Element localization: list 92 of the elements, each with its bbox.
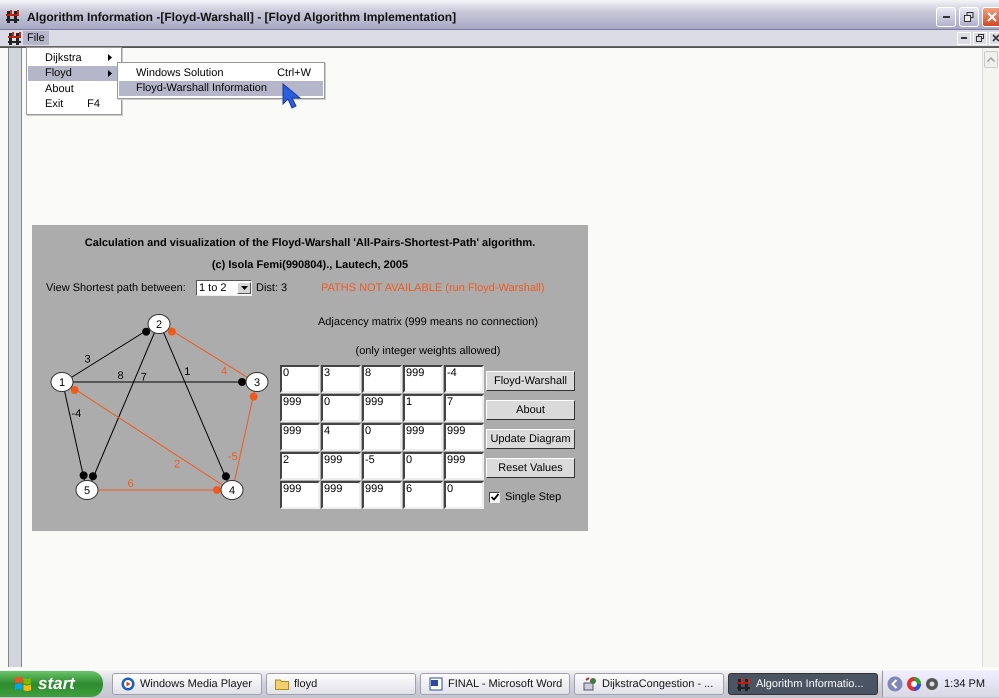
close-icon [992,34,999,42]
matrix-cell-field[interactable]: 0 [321,394,361,422]
matrix-cell-field[interactable]: 7 [444,394,484,422]
menu-item[interactable]: Exit F4 [28,96,120,112]
matrix-cell-field[interactable]: 8 [362,365,402,393]
scrollbar[interactable] [982,48,999,667]
menu-item[interactable]: Floyd [28,66,120,81]
restore-icon [976,34,984,42]
matrix-cell-field[interactable]: 999 [280,423,320,451]
task-icon [583,677,597,691]
restore-button[interactable] [973,32,987,44]
cursor-icon [282,83,302,109]
matrix-cell-field[interactable]: 0 [362,423,402,451]
matrix-cell-field[interactable]: 999 [403,423,443,451]
matrix-cell-field[interactable]: 999 [403,365,443,393]
action-button[interactable]: Floyd-Warshall [486,371,575,391]
edge-weight: -4 [71,408,82,420]
dropdown-arrow-icon [240,286,248,290]
check-icon [490,493,498,501]
menu-item[interactable]: Dijkstra [28,50,120,66]
matrix-cell-field[interactable]: 999 [280,481,320,509]
matrix-cell-field[interactable]: 4 [321,423,361,451]
graph-node: 3 [246,372,268,392]
restore-button[interactable] [959,6,979,26]
matrix-cell-field[interactable]: 3 [321,365,361,393]
credit-text: (c) Isola Femi(990804)., Lautech, 2005 [210,258,410,272]
matrix-cell-field[interactable]: 999 [362,394,402,422]
menu-item[interactable]: Floyd-Warshall Information [119,80,323,96]
matrix-cell-field[interactable]: 0 [280,365,320,393]
checkbox-label: Single Step [505,491,562,503]
action-button[interactable]: About [486,400,575,420]
taskbar-button[interactable]: FINAL - Microsoft Word [420,673,570,695]
matrix-cell-field[interactable]: 0 [444,481,484,509]
menu-item[interactable]: File [23,31,49,45]
graph-node: 1 [50,372,74,392]
matrix-cell-field[interactable]: 999 [362,481,402,509]
menu-item[interactable]: About [28,81,120,96]
edge-weight: 6 [127,478,134,490]
restore-icon [964,12,974,22]
edge-weight: 7 [140,372,147,384]
matrix-cell-field[interactable]: 2 [280,452,320,480]
checkbox[interactable] [489,492,500,502]
close-button[interactable] [989,32,999,44]
matrix-cell-field[interactable]: 999 [321,452,361,480]
start-button[interactable]: start [0,671,103,697]
menu-item[interactable]: Windows Solution Ctrl+W [119,65,323,80]
minimize-icon [942,16,950,18]
path-label: View Shortest path between: [46,282,187,294]
distance-text: Dist: 3 [256,282,288,294]
app-icon [6,9,19,24]
edge-weight: -5 [228,451,238,464]
task-icon [121,677,135,691]
matrix-note: (only integer weights allowed) [356,344,500,358]
minimize-icon [961,37,967,39]
edge-weight: 8 [117,370,124,382]
task-icon [737,677,751,691]
matrix-cell-field[interactable]: 999 [444,423,484,451]
matrix-cell-field[interactable]: -4 [444,365,484,393]
minimize-button[interactable] [936,6,956,26]
graph-node: 2 [148,314,170,334]
windows-logo-icon [14,675,32,693]
taskbar-button[interactable]: floyd [266,673,416,695]
matrix-cell-field[interactable]: 999 [321,481,361,509]
panel-heading: Calculation and visualization of the Floyd-Warshall 'All-Pairs-Shortest-Path' algorithm. [84,236,536,250]
window-title: Algorithm Information -[Floyd-Warshall] - [Floyd Algorithm Implementation] [27,10,458,24]
taskbar-button[interactable]: Windows Media Player [112,673,262,695]
edge-weight: 2 [174,458,180,470]
action-button[interactable]: Reset Values [486,458,575,478]
close-icon [987,12,997,22]
clock: 1:34 PM [944,678,985,690]
task-icon [275,677,289,691]
edge-weight: 1 [184,366,190,378]
edge-weight: 4 [220,366,228,378]
status-text: PATHS NOT AVAILABLE (run Floyd-Warshall) [321,282,545,294]
minimize-button[interactable] [957,32,971,44]
edge-weight: 3 [84,354,91,366]
graph-node: 4 [220,480,244,500]
graph-node: 5 [76,480,98,500]
task-icon [429,677,443,691]
path-dropdown[interactable]: 1 to 2 [196,280,252,296]
matrix-caption: Adjacency matrix (999 means no connection) [318,315,538,329]
matrix-cell-field[interactable]: 999 [280,394,320,422]
matrix-cell-field[interactable]: 1 [403,394,443,422]
matrix-cell-field[interactable]: 6 [403,481,443,509]
matrix-cell-field[interactable]: -5 [362,452,402,480]
color-wheel-icon[interactable] [906,676,922,692]
taskbar-button[interactable]: Algorithm Informatio... [728,673,878,695]
taskbar-button[interactable]: DijkstraCongestion - ... [574,673,724,695]
matrix-cell-field[interactable]: 999 [444,452,484,480]
matrix-cell-field[interactable]: 0 [403,452,443,480]
app-icon [8,31,21,45]
action-button[interactable]: Update Diagram [486,429,575,449]
